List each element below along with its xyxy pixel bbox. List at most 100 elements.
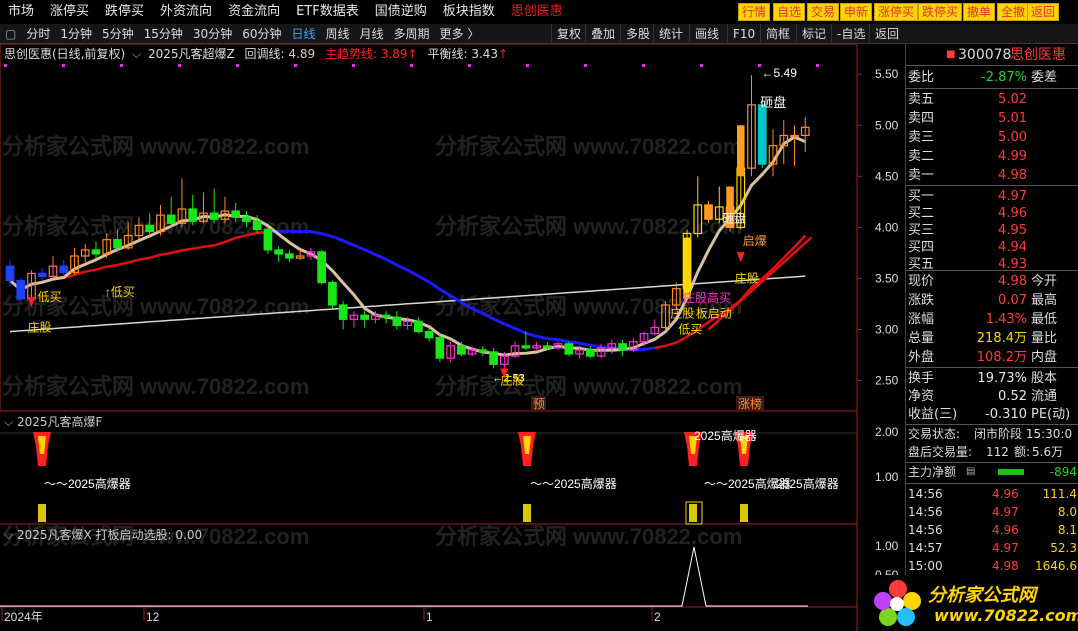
toolbar-tool[interactable]: 多股 [620, 24, 655, 44]
period-tab[interactable]: 15分钟 [139, 25, 188, 42]
stock-code: 300078 [958, 47, 1012, 63]
menu-stock-tag[interactable]: 思创医惠 [503, 0, 571, 24]
row-value: 5.01 [998, 111, 1027, 126]
period-tab[interactable]: 月线 [355, 25, 389, 42]
chevron-icon[interactable]: ⌵ [4, 528, 13, 542]
tick-price: 4.98 [992, 559, 1019, 573]
tick-time: 14:57 [908, 541, 943, 555]
quick-button[interactable]: 申新 [840, 3, 873, 21]
trade-status-row: 交易状态: 闭市阶段 15:30:0 [906, 425, 1078, 443]
period-tab[interactable]: 日线 [286, 25, 320, 42]
tick-row: 14:56 4.97 8.0 [906, 503, 1078, 521]
row-label: 卖一 [908, 168, 935, 183]
sub1-signal-bar [740, 504, 748, 522]
quick-button[interactable]: 涨停买 [874, 3, 919, 21]
row-value: 4.99 [998, 149, 1027, 164]
toolbar-tool[interactable]: F10 [727, 24, 760, 44]
after-hours-row: 盘后交易量: 112 额: 5.6万 [906, 443, 1078, 461]
candle-body [242, 216, 251, 222]
quick-button[interactable]: 自选 [773, 3, 806, 21]
tick-price: 4.97 [992, 541, 1019, 555]
toolbar-tool[interactable]: 简框 [760, 24, 795, 44]
panel-toggle-icon[interactable]: ▢ [0, 27, 21, 41]
quick-button[interactable]: 交易 [807, 3, 840, 21]
candle-body [59, 265, 69, 273]
toolbar-tool[interactable]: 复权 [551, 24, 586, 44]
toolbar-tool[interactable]: 叠加 [585, 24, 620, 44]
weicha-label: 委差 [1031, 70, 1058, 85]
row-label-2: PE(动) [1031, 407, 1071, 422]
row-label-2: 最低 [1031, 312, 1058, 327]
toolbar-tool[interactable]: -自选 [831, 24, 870, 44]
menu-item[interactable]: 市场 [0, 0, 42, 24]
candle-body [285, 253, 294, 259]
period-tab[interactable]: 60分钟 [237, 25, 286, 42]
candle-body [274, 249, 284, 255]
quote-row: 涨跌 0.07 最高 [906, 291, 1078, 310]
price-tick: 3.50 [875, 271, 899, 285]
candle-body [145, 224, 155, 233]
menu-item[interactable]: 资金流向 [220, 0, 288, 24]
menu-item[interactable]: 国债逆购 [367, 0, 435, 24]
chevron-icon[interactable]: ⌵ [4, 415, 13, 429]
dropdown-icon[interactable]: ▤ [966, 463, 975, 481]
candle-body [338, 304, 348, 320]
tick-price: 4.96 [992, 487, 1019, 501]
menu-item[interactable]: 跌停买 [97, 0, 152, 24]
top-dot [816, 64, 819, 67]
status-label: 交易状态: [908, 427, 961, 441]
red-flag-icon: ■ [946, 49, 956, 60]
candle-body [414, 320, 423, 333]
quick-button[interactable]: 返回 [1027, 3, 1060, 21]
menu-item[interactable]: 外资流向 [152, 0, 220, 24]
period-tab[interactable]: 30分钟 [188, 25, 237, 42]
site-logo: 分析家公式网 www.70822.com [868, 575, 1078, 631]
flower-logo-icon [874, 580, 921, 626]
candle-body [37, 272, 47, 278]
period-tab[interactable]: 1分钟 [55, 25, 97, 42]
candle-body [317, 251, 327, 284]
tick-price: 4.97 [992, 505, 1019, 519]
board-start-label: 板启动 [696, 306, 732, 320]
amount-label: 额: [1014, 445, 1031, 459]
period-tab[interactable]: 周线 [321, 25, 355, 42]
toolbar-tool[interactable]: 标记 [796, 24, 831, 44]
row-label: 卖二 [908, 149, 935, 164]
sub2-spike [0, 546, 808, 607]
qibao-label: 启爆 [743, 234, 767, 248]
stock-name: 思创医惠 [1010, 47, 1066, 63]
sub1-signal-label: ～～2025高爆器 [44, 476, 131, 491]
candle-body [5, 265, 15, 282]
yu-tag: 预 [533, 397, 545, 411]
row-value: 4.98 [998, 168, 1027, 183]
status-value: 闭市阶段 15:30:0 [974, 427, 1073, 441]
row-value: 1.43% [985, 312, 1027, 327]
candle-body [790, 134, 799, 138]
period-tab[interactable]: 多周期 [389, 25, 435, 42]
top-dot [178, 64, 181, 67]
candle-body [542, 345, 552, 349]
quick-button[interactable]: 撤单 [963, 3, 996, 21]
zapan-label: 砸盘 [760, 95, 786, 110]
sub1-signal-bar [689, 504, 697, 522]
quick-button[interactable]: 行情 [738, 3, 771, 21]
top-dot [352, 64, 355, 67]
row-label-2: 最高 [1031, 293, 1058, 308]
period-tab[interactable]: 更多 〉 [435, 25, 485, 42]
period-tab[interactable]: 5分钟 [97, 25, 139, 42]
logo-name: 分析家公式网 [928, 585, 1036, 606]
toolbar-tool[interactable]: 统计 [653, 24, 688, 44]
menu-item[interactable]: 涨停买 [42, 0, 97, 24]
row-value: 5.00 [998, 130, 1027, 145]
menu-item[interactable]: 板块指数 [435, 0, 503, 24]
toolbar-tool[interactable]: 画线 [689, 24, 724, 44]
period-tab[interactable]: 分时 [21, 25, 55, 42]
weibi-label: 委比 [908, 70, 935, 85]
candle-body [435, 337, 445, 359]
toolbar-tool[interactable]: 返回 [869, 24, 904, 44]
zhuanggu-label: 庄股 [670, 305, 694, 320]
quick-button[interactable]: 跌停买 [918, 3, 963, 21]
quick-button[interactable]: 全撤 [997, 3, 1030, 21]
menu-item[interactable]: ETF数据表 [288, 0, 367, 24]
candle-body [91, 249, 101, 255]
